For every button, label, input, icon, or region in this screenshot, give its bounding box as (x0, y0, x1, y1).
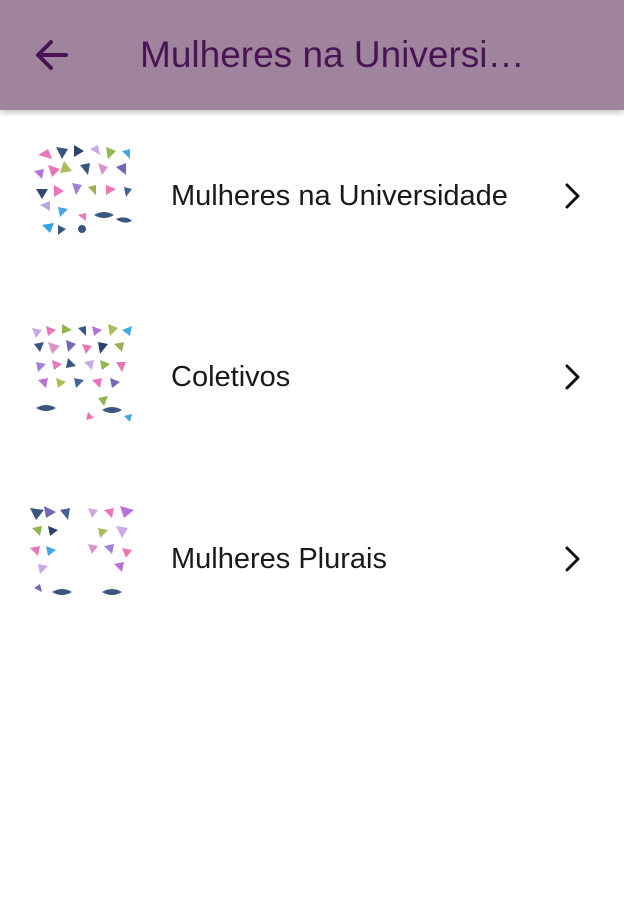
list-item-mulheres-na-universidade[interactable]: Mulheres na Universidade (0, 110, 624, 282)
list-item-coletivos[interactable]: Coletivos (0, 282, 624, 464)
back-button[interactable] (24, 27, 80, 83)
butterflies-image (28, 504, 140, 612)
arrow-left-icon (36, 40, 68, 70)
chevron-right-icon (565, 183, 580, 209)
butterflies-image (28, 141, 140, 249)
list-item-label: Mulheres Plurais (171, 543, 387, 575)
butterflies-image (28, 322, 140, 430)
menu-list: Mulheres na Universidade Coletivos Mulhe… (0, 110, 624, 646)
list-item-mulheres-plurais[interactable]: Mulheres Plurais (0, 464, 624, 646)
app-bar: Mulheres na Universi… (0, 0, 624, 110)
chevron-right-icon (565, 546, 580, 572)
list-item-label: Coletivos (171, 361, 291, 393)
page-title: Mulheres na Universi… (140, 34, 525, 75)
app-screen: Mulheres na Universi… Mulheres na Univer… (0, 0, 624, 900)
chevron-right-icon (565, 364, 580, 390)
list-item-label: Mulheres na Universidade (171, 180, 508, 212)
